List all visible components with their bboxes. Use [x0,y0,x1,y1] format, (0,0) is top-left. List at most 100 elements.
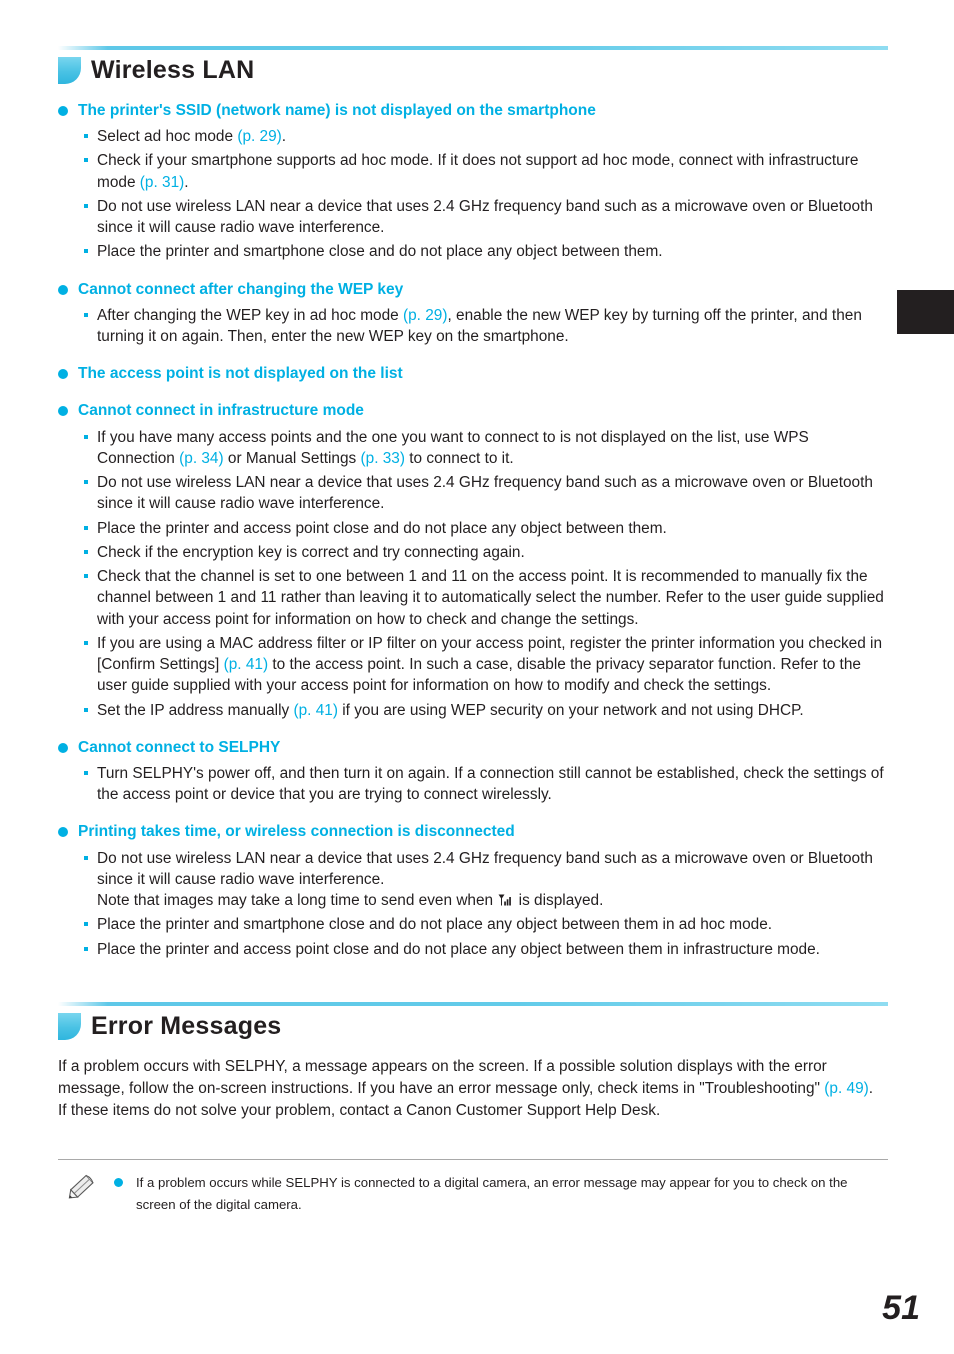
faq-question-text: Printing takes time, or wireless connect… [78,823,515,841]
signal-strength-icon [498,894,513,907]
faq-question-text: The access point is not displayed on the… [78,365,403,383]
answer-text: Check if your smartphone supports ad hoc… [97,152,859,191]
page-reference[interactable]: (p. 41) [224,656,268,673]
answer-bullet-icon [84,549,88,554]
faq-answer-item: Check if the encryption key is correct a… [58,542,888,563]
faq-answer-item: Place the printer and access point close… [58,518,888,539]
question-bullet-icon [58,369,68,380]
faq-question-text: Cannot connect in infrastructure mode [78,402,364,420]
answer-text: Place the printer and access point close… [97,519,667,537]
faq-answer-item: After changing the WEP key in ad hoc mod… [58,305,888,348]
document-page: Wireless LAN The printer's SSID (network… [0,0,954,1354]
faq-answer-item: Place the printer and access point close… [58,939,888,960]
faq-answer-list: Turn SELPHY's power off, and then turn i… [58,763,888,806]
answer-text: Place the printer and smartphone close a… [97,243,663,261]
faq-answer-item: If you have many access points and the o… [58,427,888,470]
answer-text: Do not use wireless LAN near a device th… [97,197,873,237]
faq-answer-list: Select ad hoc mode (p. 29). Check if your… [58,126,888,263]
faq-question-text: Cannot connect to SELPHY [78,738,281,756]
answer-bullet-icon [84,203,88,208]
answer-bullet-icon [84,707,88,712]
section-rule [58,46,888,50]
answer-bullet-icon [84,249,88,254]
note-bullet-icon [114,1178,123,1188]
answer-text: If you are using a MAC address filter or… [97,634,883,695]
faq-item: The access point is not displayed on the… [58,364,888,384]
page-number: 51 [882,1289,920,1327]
index-edge-tab [897,290,954,334]
faq-item: Printing takes time, or wireless connect… [58,822,888,959]
note-text: If a problem occurs while SELPHY is conn… [136,1175,848,1212]
faq-answer-item: Select ad hoc mode (p. 29). [58,126,888,147]
question-bullet-icon [58,406,68,417]
answer-text: Check that the channel is set to one bet… [97,568,884,628]
faq-item: Cannot connect to SELPHY Turn SELPHY's po… [58,738,888,806]
faq-answer-item: Do not use wireless LAN near a device th… [58,848,888,912]
answer-bullet-icon [84,922,88,927]
faq-question-heading: Cannot connect after changing the WEP ke… [58,280,888,300]
answer-text: Set the IP address manually (p. 41) if y… [97,701,804,719]
faq-answer-item: Do not use wireless LAN near a device th… [58,196,888,239]
page-reference[interactable]: (p. 49) [824,1080,868,1097]
question-bullet-icon [58,284,68,295]
answer-bullet-icon [84,480,88,485]
answer-bullet-icon [84,640,88,645]
page-reference[interactable]: (p. 29) [237,128,281,145]
faq-answer-list: If you have many access points and the o… [58,427,888,721]
leaf-marker-icon [58,57,81,84]
answer-bullet-icon [84,525,88,530]
wireless-lan-items: The printer's SSID (network name) is not… [58,101,888,960]
note-box: If a problem occurs while SELPHY is conn… [58,1159,888,1215]
question-bullet-icon [58,827,68,838]
answer-bullet-icon [84,855,88,860]
leaf-marker-icon [58,1012,81,1040]
page-reference[interactable]: (p. 41) [294,702,338,719]
body-paragraph: If a problem occurs with SELPHY, a messa… [58,1057,874,1119]
answer-bullet-icon [84,134,88,139]
faq-answer-item: Place the printer and smartphone close a… [58,241,888,262]
section-title: Error Messages [91,1011,282,1040]
faq-answer-item: Set the IP address manually (p. 41) if y… [58,700,888,721]
section-title: Wireless LAN [91,56,255,84]
faq-question-heading: Cannot connect in infrastructure mode [58,401,888,421]
section-header-wireless-lan: Wireless LAN [58,46,888,84]
answer-text: After changing the WEP key in ad hoc mod… [97,306,862,346]
faq-answer-item: Place the printer and smartphone close a… [58,914,888,935]
pencil-icon [64,1172,96,1204]
section-rule [58,1001,888,1006]
page-reference[interactable]: (p. 29) [403,307,447,324]
faq-question-text: The printer's SSID (network name) is not… [78,102,596,119]
faq-question-text: Cannot connect after changing the WEP ke… [78,280,404,298]
answer-text: Select ad hoc mode (p. 29). [97,128,287,146]
question-bullet-icon [58,742,68,753]
answer-bullet-icon [84,312,88,317]
faq-answer-item: Check that the channel is set to one bet… [58,566,888,630]
faq-item: The printer's SSID (network name) is not… [58,101,888,263]
note-divider [58,1159,888,1161]
page-reference[interactable]: (p. 31) [140,174,184,191]
faq-answer-item: Do not use wireless LAN near a device th… [58,472,888,515]
question-bullet-icon [58,106,68,116]
answer-text: Do not use wireless LAN near a device th… [97,849,873,910]
faq-item: Cannot connect after changing the WEP ke… [58,280,888,348]
answer-text: Check if the encryption key is correct a… [97,543,525,561]
faq-question-heading: The printer's SSID (network name) is not… [58,101,888,121]
page-content: Wireless LAN The printer's SSID (network… [58,46,888,1215]
page-reference[interactable]: (p. 33) [361,450,405,467]
error-messages-body: If a problem occurs with SELPHY, a messa… [58,1056,888,1122]
section-header-error-messages: Error Messages [58,1001,888,1040]
answer-bullet-icon [84,770,88,775]
page-reference[interactable]: (p. 34) [179,450,223,467]
answer-bullet-icon [84,158,88,163]
faq-question-heading: Cannot connect to SELPHY [58,738,888,758]
answer-bullet-icon [84,946,88,951]
answer-text: Place the printer and smartphone close a… [97,916,773,934]
faq-answer-item: Turn SELPHY's power off, and then turn i… [58,763,888,806]
answer-text: Do not use wireless LAN near a device th… [97,474,873,513]
faq-question-heading: Printing takes time, or wireless connect… [58,822,888,842]
answer-text: If you have many access points and the o… [97,428,809,467]
faq-question-heading: The access point is not displayed on the… [58,364,888,384]
faq-answer-item: If you are using a MAC address filter or… [58,633,888,697]
faq-answer-list: After changing the WEP key in ad hoc mod… [58,305,888,348]
answer-bullet-icon [84,434,88,439]
